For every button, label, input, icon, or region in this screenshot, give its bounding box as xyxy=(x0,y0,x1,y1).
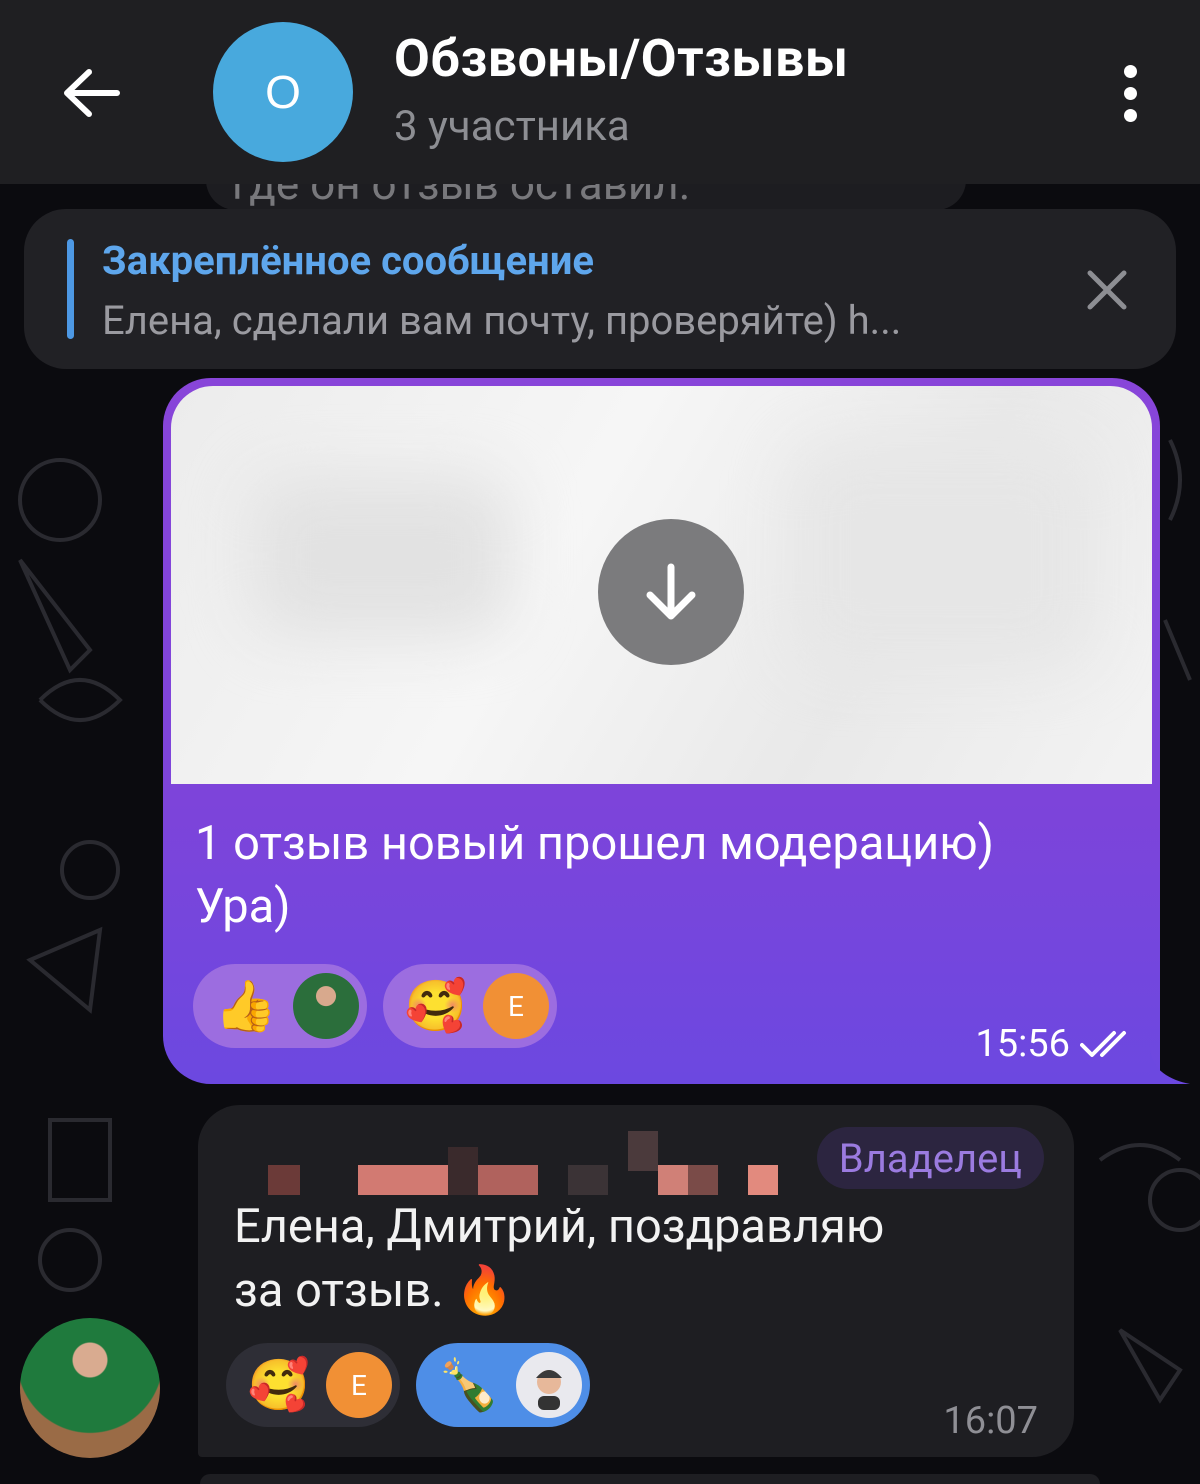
message-text-line: Елена, Дмитрий, поздравляю xyxy=(234,1199,885,1254)
download-button[interactable] xyxy=(598,519,744,665)
dot-icon xyxy=(1123,64,1137,78)
pinned-indicator xyxy=(67,239,74,339)
message-text-line: за отзыв. 🔥 xyxy=(234,1263,514,1318)
more-menu-button[interactable] xyxy=(1110,58,1150,128)
pinned-title: Закреплённое сообщение xyxy=(102,237,594,284)
reaction-smiling-hearts[interactable]: 🥰 Е xyxy=(226,1343,400,1427)
close-icon[interactable] xyxy=(1084,267,1130,313)
sender-name-redacted xyxy=(268,1131,778,1195)
reactor-avatar xyxy=(293,973,359,1039)
reaction-thumbs-up[interactable]: 👍 xyxy=(193,964,367,1048)
bubble-tail xyxy=(1150,1050,1190,1084)
reaction-champagne[interactable]: 🍾 xyxy=(416,1343,590,1427)
reactor-avatar-memoji xyxy=(516,1352,582,1418)
double-check-icon xyxy=(1080,1031,1126,1057)
reactor-avatar-initial: Е xyxy=(483,973,549,1039)
next-message-edge xyxy=(200,1474,1100,1484)
message-text: 1 отзыв новый прошел модерацию) Ура) xyxy=(195,812,1135,938)
message-text: Елена, Дмитрий, поздравляю за отзыв. 🔥 xyxy=(234,1195,1034,1323)
chat-header: О Обзвоны/Отзывы 3 участника xyxy=(0,0,1200,184)
incoming-message[interactable]: Владелец Елена, Дмитрий, поздравляю за о… xyxy=(198,1105,1074,1457)
media-preview[interactable] xyxy=(171,386,1152,784)
pinned-text: Елена, сделали вам почту, проверяйте) h.… xyxy=(102,297,902,344)
message-time: 15:56 xyxy=(975,1022,1070,1066)
dot-icon xyxy=(1123,86,1137,100)
outgoing-message[interactable]: 1 отзыв новый прошел модерацию) Ура) 👍 🥰… xyxy=(163,378,1160,1084)
smiling-face-hearts-emoji: 🥰 xyxy=(404,977,468,1035)
media-blur xyxy=(251,476,511,636)
chat-avatar[interactable]: О xyxy=(213,22,353,162)
champagne-emoji: 🍾 xyxy=(437,1356,501,1414)
message-text-line: 1 отзыв новый прошел модерацию) xyxy=(195,816,994,871)
download-arrow-icon xyxy=(646,563,696,620)
sender-avatar[interactable] xyxy=(20,1318,160,1458)
reactor-avatar-initial: Е xyxy=(326,1352,392,1418)
arrow-left-icon xyxy=(64,69,120,117)
message-text-line: Ура) xyxy=(195,879,291,934)
pinned-message-bar[interactable]: Закреплённое сообщение Елена, сделали ва… xyxy=(24,209,1176,369)
message-meta: 15:56 xyxy=(975,1022,1136,1066)
reaction-smiling-hearts[interactable]: 🥰 Е xyxy=(383,964,557,1048)
dot-icon xyxy=(1123,108,1137,122)
smiling-face-hearts-emoji: 🥰 xyxy=(247,1356,311,1414)
reactions: 👍 🥰 Е xyxy=(193,964,557,1048)
reactions: 🥰 Е 🍾 xyxy=(226,1343,590,1427)
memoji-icon xyxy=(536,1370,562,1410)
back-button[interactable] xyxy=(56,58,126,128)
thumbs-up-emoji: 👍 xyxy=(214,977,278,1035)
chat-subtitle: 3 участника xyxy=(394,102,630,151)
message-time: 16:07 xyxy=(943,1399,1038,1443)
media-blur xyxy=(791,446,1091,666)
chat-title[interactable]: Обзвоны/Отзывы xyxy=(394,28,848,89)
owner-badge: Владелец xyxy=(816,1127,1044,1189)
